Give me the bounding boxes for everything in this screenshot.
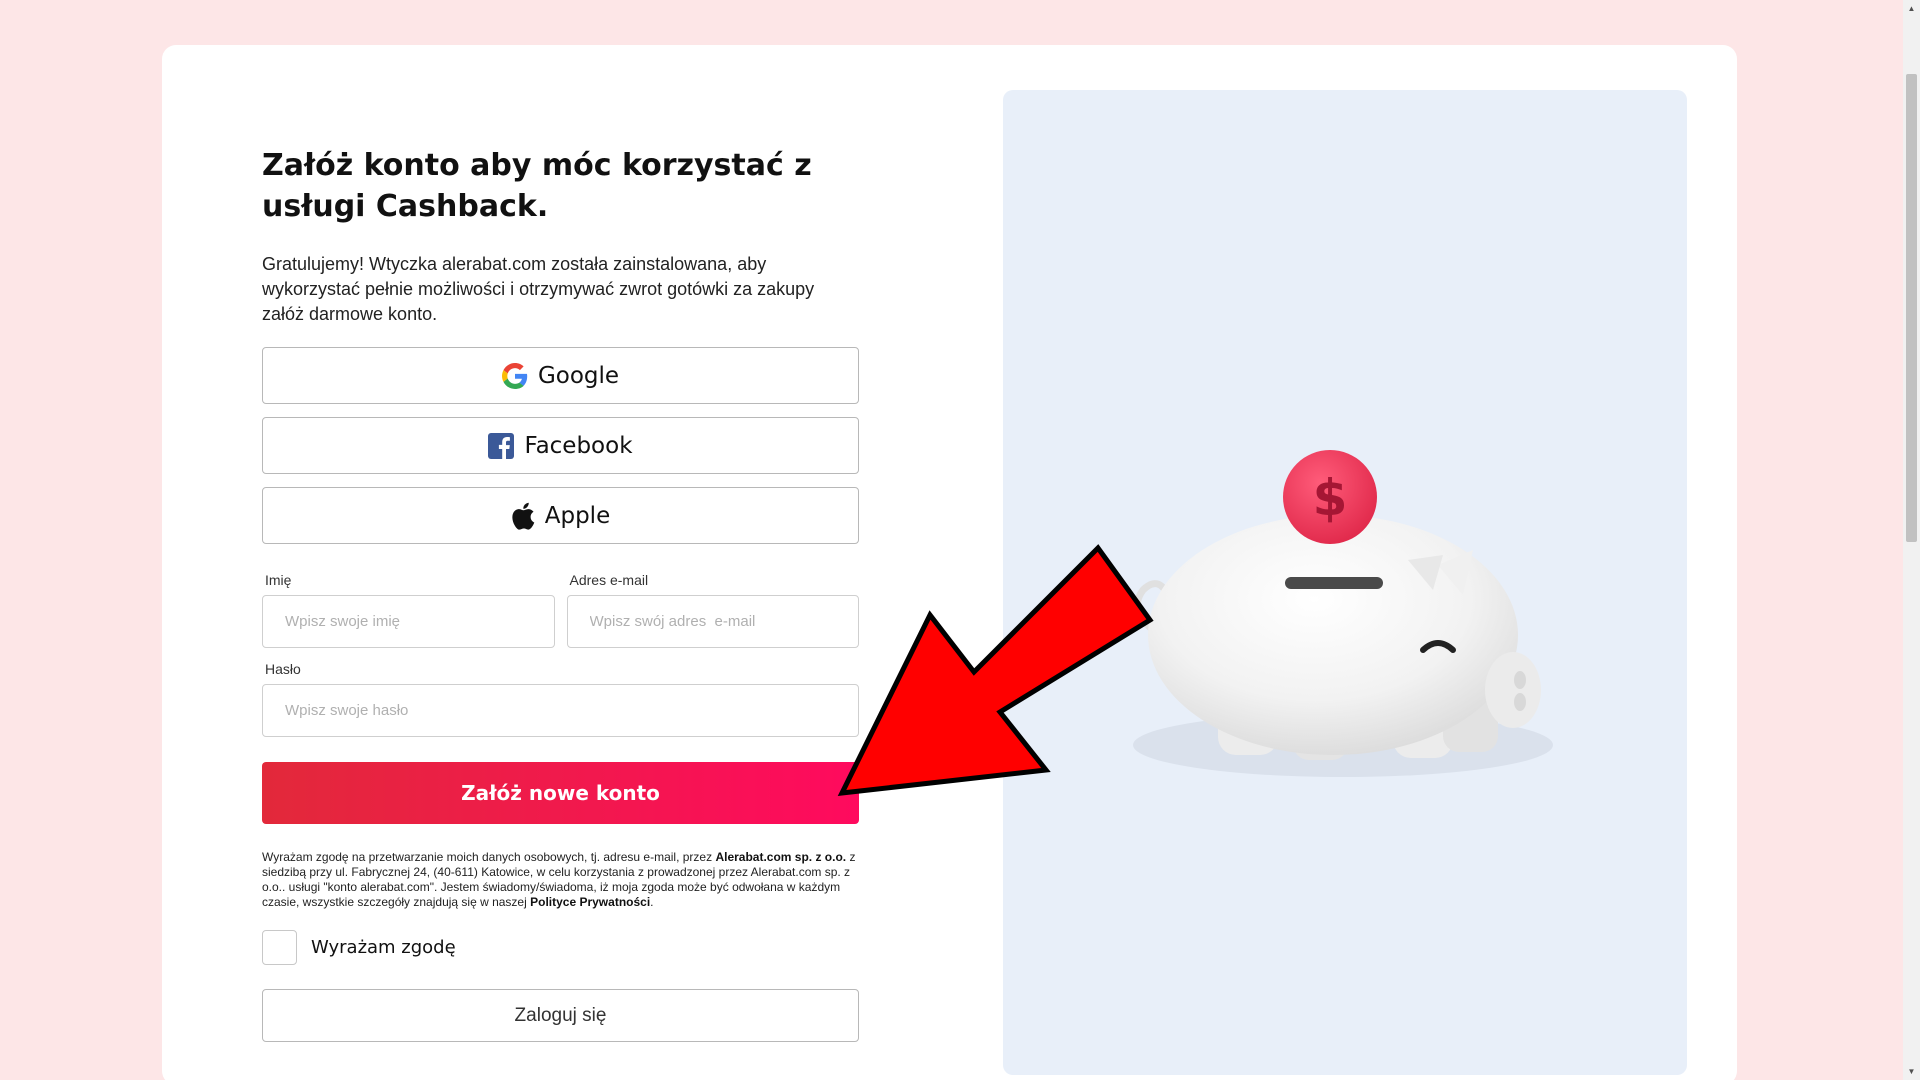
google-icon [501,362,528,389]
email-field-group: Adres e-mail [566,572,859,648]
name-field-group: Imię [262,572,555,648]
consent-checkbox[interactable] [262,930,297,965]
email-input[interactable] [566,595,859,648]
password-label: Hasło [265,661,301,677]
consent-checkbox-label[interactable]: Wyrażam zgodę [311,937,456,958]
consent-part3: . [650,895,654,909]
consent-checkbox-row: Wyrażam zgodę [262,930,859,965]
google-label: Google [537,362,620,389]
scroll-down-icon[interactable]: ▼ [1903,1063,1920,1080]
name-label: Imię [265,572,292,588]
signup-card: Załóż konto aby móc korzystać z usługi C… [162,45,1737,1080]
name-input[interactable] [262,595,555,648]
facebook-icon [488,432,515,459]
consent-text: Wyrażam zgodę na przetwarzanie moich dan… [262,850,859,910]
password-field-group: Hasło [262,661,859,737]
apple-icon [511,502,535,530]
facebook-signup-button[interactable]: Facebook [262,417,859,474]
scroll-up-icon[interactable]: ▲ [1903,0,1920,17]
email-label: Adres e-mail [569,572,649,588]
create-account-button[interactable]: Załóż nowe konto [262,762,859,824]
consent-part1: Wyrażam zgodę na przetwarzanie moich dan… [262,850,716,864]
google-signup-button[interactable]: Google [262,347,859,404]
vertical-scrollbar[interactable]: ▲ ▼ [1903,0,1920,1080]
consent-company: Alerabat.com sp. z o.o. [715,850,847,864]
name-email-row: Imię Adres e-mail [262,572,859,648]
signup-form: Załóż konto aby móc korzystać z usługi C… [262,145,859,1042]
password-input[interactable] [262,684,859,737]
facebook-label: Facebook [524,432,633,459]
privacy-policy-link[interactable]: Polityce Prywatności [530,895,650,909]
illustration-panel: $ [1003,90,1687,1075]
login-button[interactable]: Zaloguj się [262,989,859,1042]
piggy-bank-icon: $ [1133,450,1553,777]
scroll-thumb[interactable] [1906,74,1917,542]
coin-dollar-symbol: $ [1313,469,1348,527]
apple-label: Apple [544,502,611,529]
apple-signup-button[interactable]: Apple [262,487,859,544]
intro-text: Gratulujemy! Wtyczka alerabat.com został… [262,254,815,324]
page-title: Załóż konto aby móc korzystać z usługi C… [262,148,812,224]
